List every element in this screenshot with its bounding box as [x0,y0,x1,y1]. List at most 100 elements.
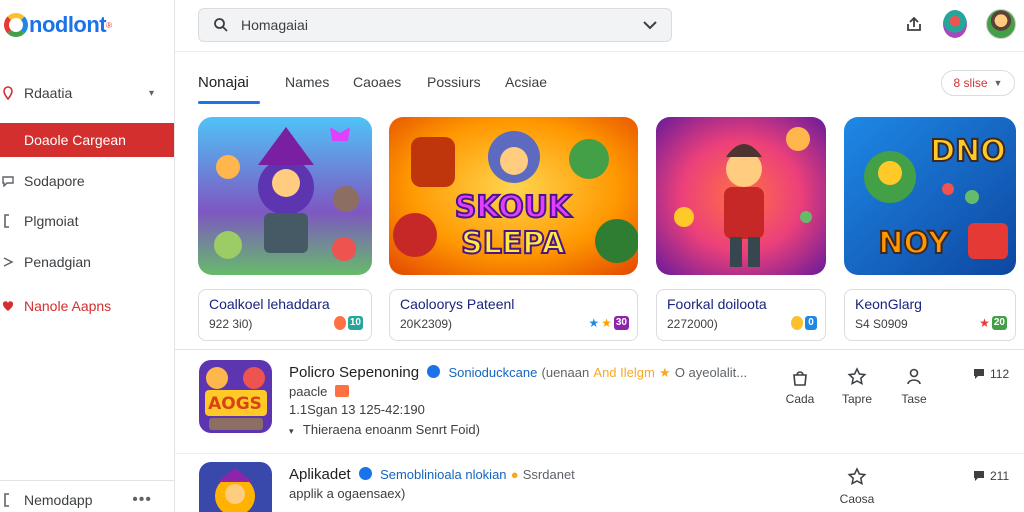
app-avatar[interactable] [943,10,967,38]
tase-button[interactable]: Tase [894,366,934,406]
star-icon: ★ [659,365,671,380]
section-divider [175,349,1024,350]
sidebar-item-label: Nemodapp [24,492,93,508]
banner-text: SKOUK [455,190,573,225]
verified-icon [427,365,441,378]
badge-count: 10 [347,316,363,330]
sidebar-item-rdaatia[interactable]: Rdaatia ▾ [0,76,174,110]
tapre-button[interactable]: Tapre [837,366,877,406]
bag-icon [780,366,820,388]
card-title: KeonGlarg [855,296,922,312]
tab-possiurs[interactable]: Possiurs [427,74,481,90]
sidebar-item-label: Sodapore [24,173,85,189]
caosa-button[interactable]: Caosa [837,466,877,506]
star-icon: ● [510,467,519,482]
star-icon: ★ [588,316,600,330]
comment-count[interactable]: 112 [972,367,1009,381]
developer-name[interactable]: Sonioduckcane [448,365,537,380]
sidebar-item-nanole-aapns[interactable]: Nanole Aapns [0,289,174,323]
verified-icon [358,467,372,480]
search-icon[interactable] [213,17,229,33]
upload-icon[interactable] [900,10,928,38]
tab-caoaes[interactable]: Caoaes [353,74,401,90]
chat-icon [0,173,16,189]
card-meta: S4 S0909 [855,317,908,331]
sidebar-item-doaole-cargean[interactable]: Doaole Cargean [0,123,174,157]
app-tag: (uenaan [541,365,590,380]
card-image[interactable]: SKOUK SLEPA [389,117,638,275]
user-avatar[interactable] [986,9,1016,39]
filter-dropdown[interactable]: 8 slise ▼ [941,70,1015,96]
more-icon[interactable]: ••• [132,491,152,509]
sidebar-item-nemodapp[interactable]: Nemodapp ••• [0,488,174,512]
tab-names[interactable]: Names [285,74,329,90]
card-badges: 0 [791,316,817,330]
comment-count[interactable]: 211 [972,469,1009,483]
registered-mark: ® [106,20,113,30]
logo-mark-icon [4,13,28,37]
badge-count: 30 [613,316,629,330]
app-extra: O ayeolalit... [674,365,748,380]
app-card-info[interactable]: KeonGlarg S4 S0909 ★ 20 [844,289,1016,341]
banner-text: SLEPA [461,226,565,261]
sidebar-item-label: Doaole Cargean [24,132,126,148]
chevron-down-icon[interactable] [643,17,657,33]
app-logo[interactable]: nodlont ® [4,8,112,42]
banner-text: DNO [930,134,1006,169]
action-label: Caosa [839,492,875,506]
badge-dot-icon [333,316,346,330]
card-title: Foorkal doiloota [667,296,767,312]
tab-nonajai[interactable]: Nonajai [198,74,249,91]
card-title: Coalkoel lehaddara [209,296,330,312]
sidebar-item-penadgian[interactable]: Penadgian [0,245,174,279]
person-icon [894,366,934,388]
tab-acsiae[interactable]: Acsiae [505,74,547,90]
sidebar-item-sodapore[interactable]: Sodapore [0,164,174,198]
app-subtitle: paacle [289,384,349,399]
app-title[interactable]: Aplikadet [289,466,351,483]
app-stats: 1.1Sgan 13 125-42:190 [289,402,425,417]
sidebar: nodlont ® Rdaatia ▾ Doaole Cargean Sodap… [0,0,175,512]
app-subtitle-text: paacle [289,384,328,399]
card-image[interactable] [656,117,826,275]
app-card-info[interactable]: Foorkal doiloota 2272000) 0 [656,289,826,341]
comment-icon [974,369,984,379]
star-icon: ★ [979,316,990,330]
star-outline-icon [837,366,877,388]
card-image[interactable] [198,117,372,275]
chevron-down-icon: ▾ [148,87,154,99]
sidebar-item-plgmoiat[interactable]: Plgmoiat [0,204,174,238]
app-description-text: Thieraena enoanm Senrt Foid) [302,422,480,437]
action-label: Tase [901,392,927,406]
arrow-icon [0,254,16,270]
cada-button[interactable]: Cada [780,366,820,406]
sidebar-item-label: Nanole Aapns [24,298,112,314]
badge-count: 0 [805,316,817,330]
sidebar-divider [0,480,174,481]
count-value: 112 [990,367,1010,381]
app-tag: Ssrdanet [522,467,575,482]
app-highlight: And Ilelgm [593,365,655,380]
thumb-text: AOGS [208,394,262,414]
search-bar [198,8,672,42]
star-icon: ★ [601,316,612,330]
card-badges: 10 [333,316,363,330]
count-value: 211 [990,469,1010,483]
sidebar-item-label: Rdaatia [24,85,73,101]
app-card-info[interactable]: Coalkoel lehaddara 922 3i0) 10 [198,289,372,341]
app-card-info[interactable]: Caoloorys Pateenl 20K2309) ★ ★ 30 [389,289,638,341]
search-input[interactable] [241,17,631,33]
card-image[interactable]: DNO NOY [844,117,1016,275]
badge-icon [334,385,349,397]
card-title: Caoloorys Pateenl [400,296,515,312]
developer-name[interactable]: Semoblinioala nlokian [380,467,506,482]
app-title[interactable]: Policro Sepenoning [289,364,419,381]
play-store-app: nodlont ® Rdaatia ▾ Doaole Cargean Sodap… [0,0,1024,512]
app-thumbnail[interactable]: AOGS [199,360,272,433]
app-title-line: Policro Sepenoning Sonioduckcane (uenaan… [289,364,747,381]
active-tab-indicator [198,101,260,104]
map-pin-icon [0,85,16,101]
card-meta: 20K2309) [400,317,453,331]
app-thumbnail[interactable] [199,462,272,512]
chevron-down-icon[interactable]: ▾ [289,426,294,436]
